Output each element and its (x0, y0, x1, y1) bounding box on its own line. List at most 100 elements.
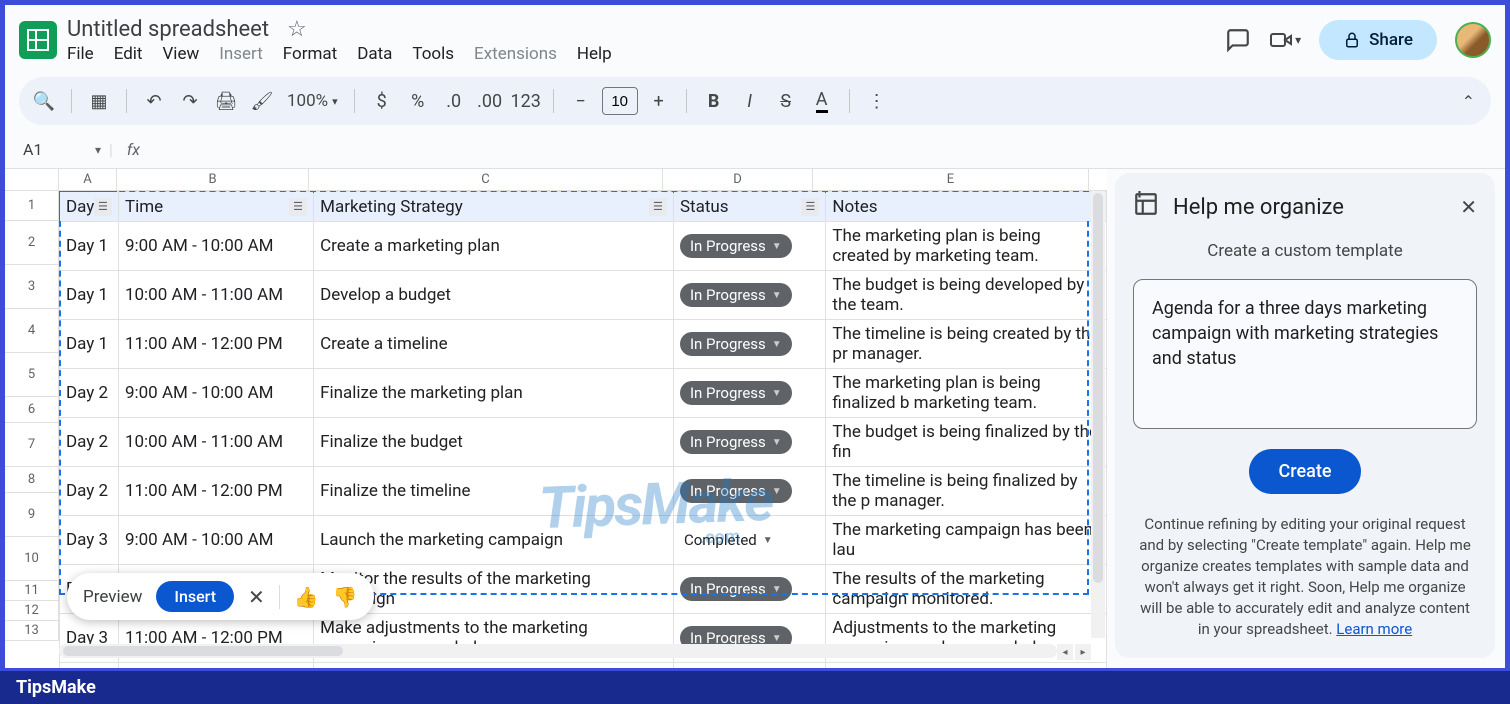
sheet-nav-right[interactable]: ▸ (1075, 644, 1091, 660)
col-header-e[interactable]: E (813, 169, 1089, 190)
text-color-icon[interactable]: A (807, 86, 837, 116)
cell[interactable]: In Progress▼ (673, 320, 825, 369)
cell[interactable]: The marketing campaign has been lau (826, 516, 1107, 565)
filter-icon[interactable]: ☰ (289, 198, 307, 216)
row-header[interactable]: 1 (5, 191, 59, 221)
learn-more-link[interactable]: Learn more (1336, 620, 1412, 638)
header-cell[interactable]: Day☰ (60, 192, 119, 222)
redo-icon[interactable]: ↷ (175, 86, 205, 116)
row-header[interactable]: 5 (5, 353, 59, 397)
row-header[interactable]: 7 (5, 423, 59, 467)
col-header-c[interactable]: C (309, 169, 663, 190)
format-123-icon[interactable]: 123 (511, 86, 541, 116)
cell[interactable]: Create a timeline (314, 320, 674, 369)
meet-icon[interactable]: ▾ (1269, 28, 1301, 52)
cell[interactable]: The budget is being finalized by the fin (826, 418, 1107, 467)
search-icon[interactable]: 🔍 (29, 86, 59, 116)
prompt-input[interactable]: Agenda for a three days marketing campai… (1133, 279, 1477, 429)
cell[interactable]: Finalize the marketing plan (314, 369, 674, 418)
cell[interactable]: Day 1 (60, 271, 119, 320)
close-icon[interactable]: ✕ (248, 585, 265, 609)
menu-extensions[interactable]: Extensions (474, 44, 557, 64)
row-header[interactable]: 10 (5, 537, 59, 581)
document-title[interactable]: Untitled spreadsheet (67, 17, 269, 42)
row-header[interactable]: 13 (5, 621, 59, 641)
decrease-font-icon[interactable]: − (566, 86, 596, 116)
cell[interactable]: Completed▼ (673, 516, 825, 565)
cell[interactable]: In Progress▼ (673, 222, 825, 271)
header-cell[interactable]: Time☰ (118, 192, 313, 222)
insert-button[interactable]: Insert (156, 581, 234, 612)
row-header[interactable]: 4 (5, 309, 59, 353)
print-icon[interactable]: 🖨 (211, 86, 241, 116)
cell[interactable]: Create a marketing plan (314, 222, 674, 271)
paint-format-icon[interactable]: 🖌 (247, 86, 277, 116)
row-header[interactable]: 11 (5, 581, 59, 601)
thumbs-up-icon[interactable]: 👍 (294, 585, 319, 609)
horizontal-scrollbar[interactable] (59, 644, 1057, 658)
row-header[interactable]: 8 (5, 467, 59, 493)
cell[interactable]: Finalize the timeline (314, 467, 674, 516)
cell[interactable]: In Progress▼ (673, 418, 825, 467)
share-button[interactable]: Share (1319, 20, 1437, 60)
cell[interactable]: 9:00 AM - 10:00 AM (118, 222, 313, 271)
cell[interactable]: The results of the marketing campaign mo… (826, 565, 1107, 614)
layout-icon[interactable]: ▦ (84, 86, 114, 116)
col-header-d[interactable]: D (663, 169, 813, 190)
cell[interactable] (673, 663, 825, 669)
menu-format[interactable]: Format (283, 44, 337, 64)
increase-font-icon[interactable]: + (644, 86, 674, 116)
collapse-toolbar-icon[interactable]: ⌃ (1462, 92, 1475, 111)
cell[interactable]: In Progress▼ (673, 369, 825, 418)
cell[interactable]: 11:00 AM - 12:00 PM (118, 320, 313, 369)
cell[interactable]: 11:00 AM - 12:00 PM (118, 467, 313, 516)
currency-icon[interactable]: $ (367, 86, 397, 116)
spreadsheet-grid[interactable]: A B C D E 1 2 3 4 5 6 7 8 9 10 11 (5, 169, 1107, 668)
cell[interactable]: 9:00 AM - 10:00 AM (118, 516, 313, 565)
menu-tools[interactable]: Tools (412, 44, 454, 64)
name-box[interactable]: A1▾ (19, 140, 109, 159)
sheet-nav-left[interactable]: ◂ (1057, 644, 1073, 660)
strikethrough-icon[interactable]: S (771, 86, 801, 116)
menu-edit[interactable]: Edit (114, 44, 143, 64)
cell[interactable]: 9:00 AM - 10:00 AM (118, 369, 313, 418)
menu-view[interactable]: View (162, 44, 199, 64)
zoom-select[interactable]: 100% ▾ (283, 91, 342, 111)
col-header-b[interactable]: B (117, 169, 309, 190)
comments-icon[interactable] (1225, 27, 1251, 53)
filter-icon[interactable]: ☰ (94, 198, 112, 216)
thumbs-down-icon[interactable]: 👎 (333, 585, 358, 609)
col-header-a[interactable]: A (59, 169, 117, 190)
cell[interactable] (826, 663, 1107, 669)
font-size-input[interactable] (602, 87, 638, 115)
italic-icon[interactable]: I (735, 86, 765, 116)
increase-decimal-icon[interactable]: .00 (475, 86, 505, 116)
cell[interactable]: Develop a budget (314, 271, 674, 320)
cell[interactable]: Day 3 (60, 516, 119, 565)
row-header[interactable]: 9 (5, 493, 59, 537)
cell[interactable]: The marketing plan is being created by m… (826, 222, 1107, 271)
create-button[interactable]: Create (1249, 449, 1362, 494)
avatar[interactable] (1455, 22, 1491, 58)
percent-icon[interactable]: % (403, 86, 433, 116)
cell[interactable]: The timeline is being finalized by the p… (826, 467, 1107, 516)
cell[interactable]: Launch the marketing campaign (314, 516, 674, 565)
vertical-scrollbar[interactable] (1091, 191, 1105, 638)
header-cell[interactable]: Status☰ (673, 192, 825, 222)
cell[interactable]: In Progress▼ (673, 467, 825, 516)
more-icon[interactable]: ⋮ (862, 86, 892, 116)
cell[interactable] (314, 663, 674, 669)
menu-help[interactable]: Help (577, 44, 612, 64)
cell[interactable] (118, 663, 313, 669)
star-icon[interactable]: ☆ (287, 17, 307, 42)
sheets-logo[interactable] (19, 21, 57, 59)
cell[interactable]: Finalize the budget (314, 418, 674, 467)
menu-insert[interactable]: Insert (219, 44, 263, 64)
select-all-corner[interactable] (5, 169, 59, 190)
cell[interactable]: In Progress▼ (673, 565, 825, 614)
filter-icon[interactable]: ☰ (801, 198, 819, 216)
row-header[interactable]: 2 (5, 221, 59, 265)
cell[interactable]: 10:00 AM - 11:00 AM (118, 271, 313, 320)
cell[interactable]: The marketing plan is being finalized b … (826, 369, 1107, 418)
cell[interactable]: Day 2 (60, 369, 119, 418)
